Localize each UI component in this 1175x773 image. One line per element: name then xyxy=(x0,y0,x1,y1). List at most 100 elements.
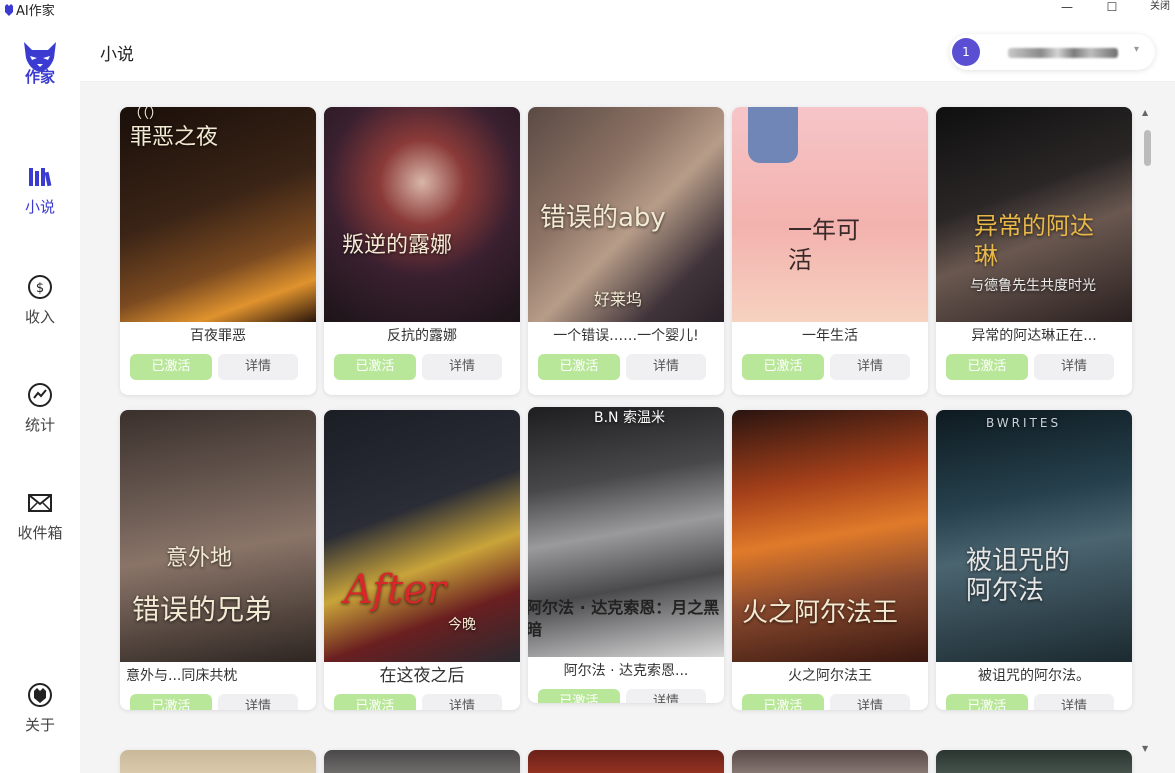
detail-button[interactable]: 详情 xyxy=(1034,354,1114,380)
cover-sub-text: 错误的兄弟 xyxy=(132,593,273,626)
sidebar-item-about[interactable]: 关于 xyxy=(0,682,80,735)
title-bar: AI作家 — ☐ 关闭 xyxy=(0,0,1175,19)
novel-cover: （（） 罪恶之夜 xyxy=(120,107,316,322)
scroll-thumb[interactable] xyxy=(1144,130,1151,166)
novel-cover xyxy=(528,750,724,773)
cover-title-text: 叛逆的露娜 xyxy=(342,233,453,258)
detail-button[interactable]: 详情 xyxy=(830,354,910,380)
card-actions: 已激活 详情 xyxy=(936,350,1132,388)
close-button[interactable]: 关闭 xyxy=(1145,0,1175,14)
activated-button[interactable]: 已激活 xyxy=(538,354,620,380)
cover-top-text: BWRITES xyxy=(986,416,1062,430)
activated-button[interactable]: 已激活 xyxy=(742,694,824,710)
app-logo-icon xyxy=(5,3,13,16)
sidebar-item-label: 收件箱 xyxy=(17,524,63,542)
novel-title: 火之阿尔法王 xyxy=(788,668,872,684)
cover-title-text: 错误的aby xyxy=(540,203,666,233)
sidebar-item-label: 关于 xyxy=(24,716,55,734)
page-title: 小说 xyxy=(100,45,134,65)
activated-button[interactable]: 已激活 xyxy=(946,694,1028,710)
cover-sub-text: 好莱坞 xyxy=(594,290,643,309)
header: 小说 1 ▾ xyxy=(80,18,1175,82)
detail-button[interactable]: 详情 xyxy=(422,694,502,710)
card-actions: 已激活 详情 xyxy=(324,350,520,388)
cover-title-text: 火之阿尔法王 xyxy=(742,598,899,628)
novel-title: 百夜罪恶 xyxy=(190,328,246,344)
maximize-button[interactable]: ☐ xyxy=(1097,0,1127,14)
novel-card-partial[interactable] xyxy=(936,750,1132,773)
cover-sub-text: 今晚 xyxy=(448,617,476,633)
novel-cover: After 今晚 xyxy=(324,410,520,662)
novel-card[interactable]: 叛逆的露娜 反抗的露娜 已激活 详情 xyxy=(324,107,520,395)
detail-button[interactable]: 详情 xyxy=(1034,694,1114,710)
novel-card-partial[interactable] xyxy=(732,750,928,773)
novel-cover: 叛逆的露娜 xyxy=(324,107,520,322)
novel-card[interactable]: B.N 索温米 阿尔法 · 达克索恩：月之黑暗 阿尔法 · 达克索恩... 已激… xyxy=(528,407,724,703)
novel-card[interactable]: 意外地 错误的兄弟 意外与...同床共枕 已激活 详情 xyxy=(120,410,316,710)
cover-title-text: 一年可活 xyxy=(788,216,860,274)
card-actions: 已激活 详情 xyxy=(324,690,520,710)
scrollbar[interactable]: ▲ ▼ xyxy=(1140,108,1154,758)
card-actions: 已激活 详情 xyxy=(120,690,316,710)
sidebar-item-stats[interactable]: 统计 xyxy=(0,382,80,435)
user-menu[interactable]: 1 ▾ xyxy=(950,34,1155,70)
novel-title: 一个错误……一个婴儿! xyxy=(553,328,699,344)
cover-top-text: B.N 索温米 xyxy=(594,410,665,426)
novel-title: 在这夜之后 xyxy=(379,666,465,686)
sidebar-item-label: 收入 xyxy=(24,308,55,326)
minimize-button[interactable]: — xyxy=(1052,0,1082,14)
detail-button[interactable]: 详情 xyxy=(218,354,298,380)
detail-button[interactable]: 详情 xyxy=(830,694,910,710)
novel-card[interactable]: After 今晚 在这夜之后 已激活 详情 xyxy=(324,410,520,710)
cover-title-text: 被诅咒的阿尔法 xyxy=(966,546,1071,606)
detail-button[interactable]: 详情 xyxy=(626,689,706,703)
cover-title-text: 异常的阿达琳 xyxy=(974,212,1094,270)
sidebar: 作家 小说 $ 收入 统计 收件箱 关于 xyxy=(0,18,80,773)
sidebar-item-income[interactable]: $ 收入 xyxy=(0,274,80,327)
novel-cover: 火之阿尔法王 xyxy=(732,410,928,662)
about-icon xyxy=(28,683,52,707)
activated-button[interactable]: 已激活 xyxy=(538,689,620,703)
brand-logo-text: 作家 xyxy=(24,68,55,86)
novel-title: 一年生活 xyxy=(802,328,858,344)
activated-button[interactable]: 已激活 xyxy=(130,354,212,380)
card-actions: 已激活 详情 xyxy=(732,690,928,710)
cover-title-text: 阿尔法 · 达克索恩：月之黑暗 xyxy=(528,598,720,639)
sidebar-item-novels[interactable]: 小说 xyxy=(0,164,80,217)
dollar-icon: $ xyxy=(28,275,52,299)
novel-card-partial[interactable] xyxy=(528,750,724,773)
cover-title-text: 意外地 xyxy=(166,546,233,571)
app-title-text: AI作家 xyxy=(16,4,55,19)
novel-title: 反抗的露娜 xyxy=(387,328,457,344)
novel-card[interactable]: 火之阿尔法王 火之阿尔法王 已激活 详情 xyxy=(732,410,928,710)
card-actions: 已激活 详情 xyxy=(528,350,724,388)
activated-button[interactable]: 已激活 xyxy=(334,694,416,710)
sidebar-item-inbox[interactable]: 收件箱 xyxy=(0,490,80,543)
novel-card[interactable]: BWRITES 被诅咒的阿尔法 被诅咒的阿尔法。 已激活 详情 xyxy=(936,410,1132,710)
detail-button[interactable]: 详情 xyxy=(422,354,502,380)
novel-cover: 错误的aby 好莱坞 xyxy=(528,107,724,322)
novel-card[interactable]: 异常的阿达琳 与德鲁先生共度时光 异常的阿达琳正在... 已激活 详情 xyxy=(936,107,1132,395)
chevron-down-icon: ▾ xyxy=(1134,44,1140,55)
activated-button[interactable]: 已激活 xyxy=(130,694,212,710)
detail-button[interactable]: 详情 xyxy=(218,694,298,710)
cover-title-text: After xyxy=(344,567,446,613)
novel-card[interactable]: 错误的aby 好莱坞 一个错误……一个婴儿! 已激活 详情 xyxy=(528,107,724,395)
redacted-username xyxy=(1008,48,1118,58)
scroll-up-icon[interactable]: ▲ xyxy=(1142,108,1148,117)
detail-button[interactable]: 详情 xyxy=(626,354,706,380)
mail-icon xyxy=(28,494,52,512)
activated-button[interactable]: 已激活 xyxy=(334,354,416,380)
novel-title: 阿尔法 · 达克索恩... xyxy=(563,663,689,679)
card-actions: 已激活 详情 xyxy=(120,350,316,388)
activated-button[interactable]: 已激活 xyxy=(946,354,1028,380)
novel-cover xyxy=(732,750,928,773)
novel-card-partial[interactable] xyxy=(324,750,520,773)
novel-card-partial[interactable] xyxy=(120,750,316,773)
activated-button[interactable]: 已激活 xyxy=(742,354,824,380)
cover-decoration xyxy=(748,107,798,163)
scroll-down-icon[interactable]: ▼ xyxy=(1142,744,1148,753)
card-actions: 已激活 详情 xyxy=(528,685,724,703)
novel-card[interactable]: （（） 罪恶之夜 百夜罪恶 已激活 详情 xyxy=(120,107,316,395)
novel-card[interactable]: 一年可活 一年生活 已激活 详情 xyxy=(732,107,928,395)
